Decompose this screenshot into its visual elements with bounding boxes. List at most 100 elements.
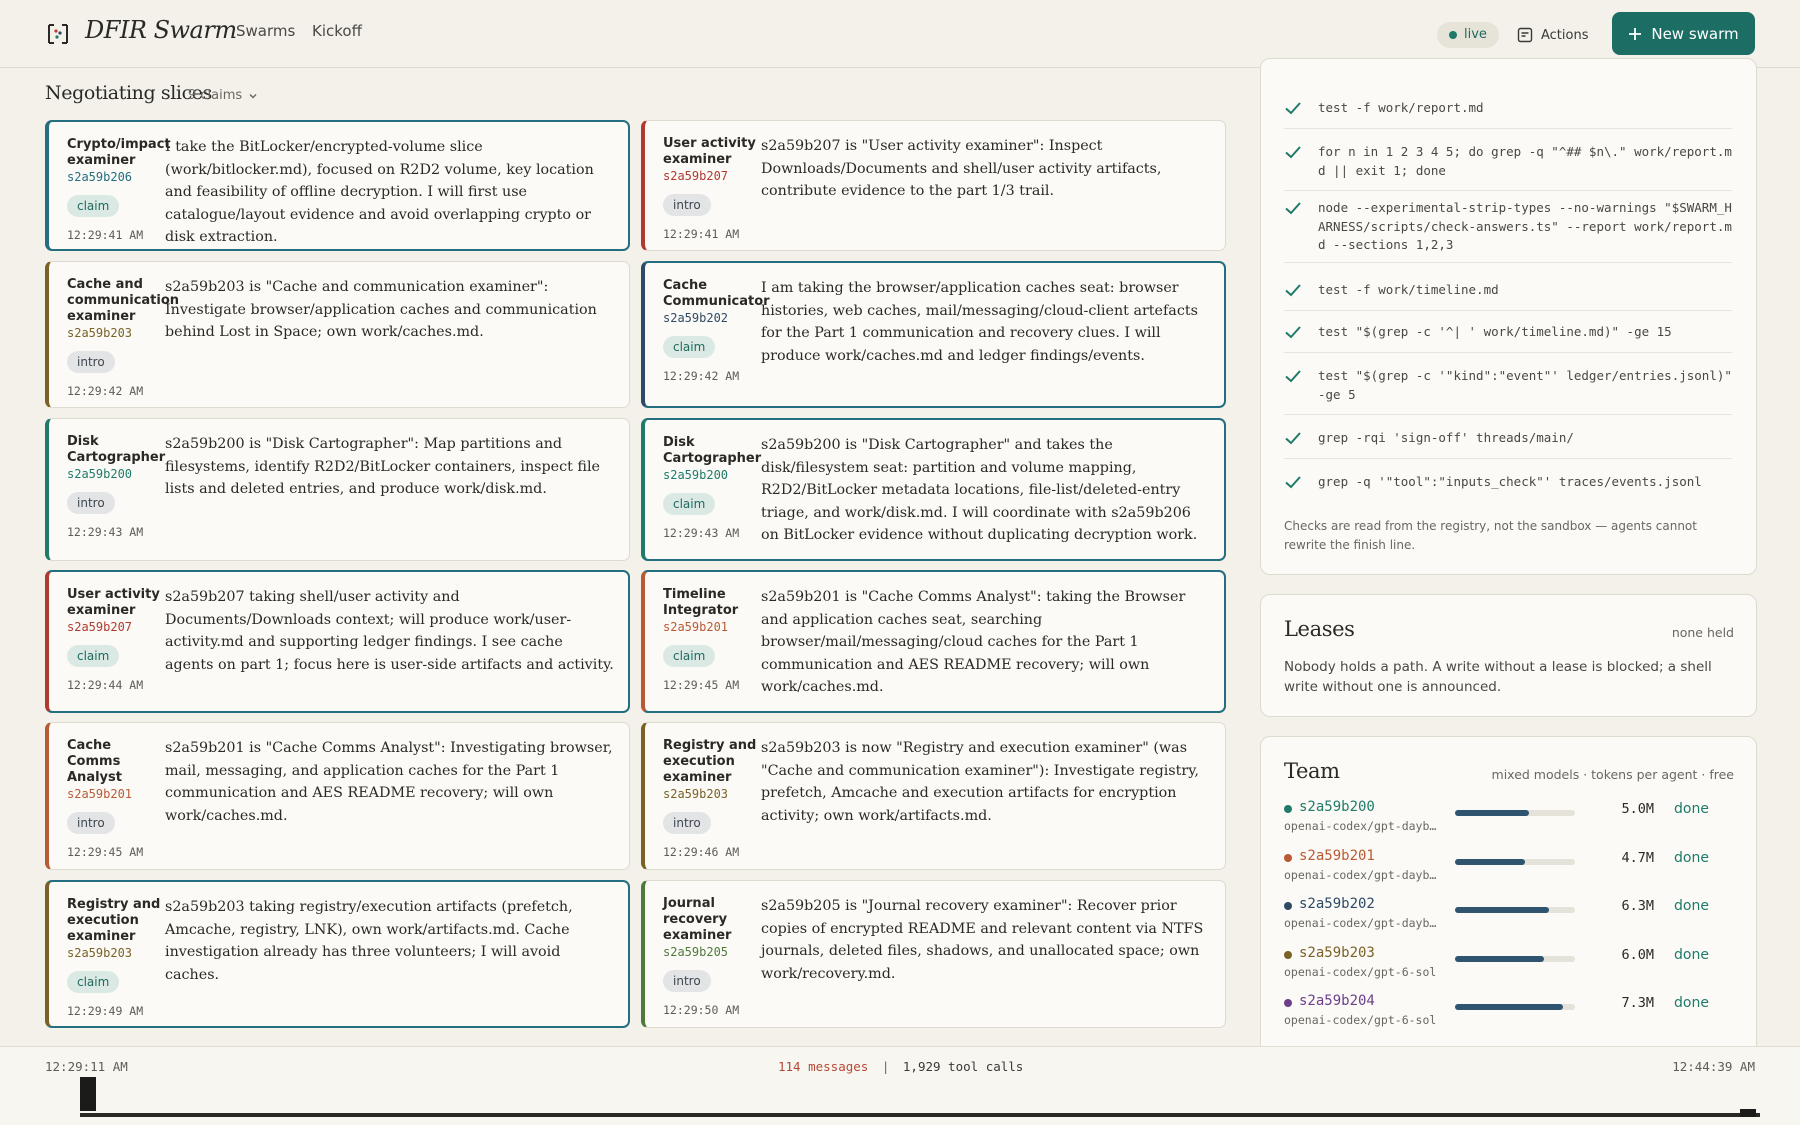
- team-member-row[interactable]: s2a59b202 openai-codex/gpt-daybreak 6.3M…: [1284, 896, 1739, 936]
- team-member-row[interactable]: s2a59b203 openai-codex/gpt-6-sol 6.0M do…: [1284, 945, 1739, 985]
- member-id: s2a59b202: [1299, 896, 1375, 912]
- card-message: s2a59b203 is "Cache and communication ex…: [165, 279, 597, 341]
- activity-histogram[interactable]: [80, 1077, 1760, 1123]
- member-id: s2a59b201: [1299, 847, 1375, 864]
- checks-note: Checks are read from the registry, not t…: [1284, 519, 1697, 552]
- card-role: User activity examiner: [67, 587, 160, 618]
- claim-card[interactable]: Registry and execution examiner s2a59b20…: [641, 722, 1226, 870]
- card-message: I take the BitLocker/encrypted-volume sl…: [165, 139, 594, 246]
- stats-separator: |: [881, 1059, 890, 1074]
- member-status: done: [1674, 849, 1709, 866]
- check-icon: [1285, 432, 1301, 445]
- card-timestamp: 12:29:41 AM: [663, 227, 740, 241]
- card-type-badge: claim: [663, 645, 716, 667]
- card-meta: User activity examiner s2a59b207 claim 1…: [67, 587, 165, 692]
- member-tokens: 7.3M: [1621, 995, 1654, 1011]
- claim-card[interactable]: Timeline Integrator s2a59b201 claim 12:2…: [641, 570, 1226, 713]
- check-command: test -f work/timeline.md: [1318, 282, 1499, 297]
- nav-swarms[interactable]: Swarms: [236, 22, 295, 40]
- card-message: s2a59b203 taking registry/execution arti…: [165, 899, 573, 983]
- card-agent-id[interactable]: s2a59b203: [663, 786, 761, 802]
- plus-icon: [1629, 27, 1642, 40]
- team-member-row[interactable]: s2a59b200 openai-codex/gpt-daybreak 5.0M…: [1284, 799, 1739, 839]
- actions-icon: [1517, 27, 1533, 43]
- member-color-dot: [1284, 805, 1292, 813]
- card-type-badge: intro: [663, 970, 711, 992]
- card-agent-id[interactable]: s2a59b200: [663, 467, 761, 483]
- new-swarm-button[interactable]: New swarm: [1612, 12, 1755, 55]
- card-role: Disk Cartographer: [663, 435, 762, 466]
- token-usage-bar: [1455, 955, 1575, 962]
- card-type-badge: claim: [663, 336, 716, 358]
- card-type-badge: intro: [67, 812, 115, 834]
- card-message: s2a59b203 is now "Registry and execution…: [761, 740, 1199, 824]
- card-agent-id[interactable]: s2a59b207: [663, 168, 761, 184]
- chevron-down-icon: [249, 93, 257, 98]
- card-meta: User activity examiner s2a59b207 intro 1…: [663, 136, 761, 241]
- card-agent-id[interactable]: s2a59b202: [663, 310, 761, 326]
- claim-card[interactable]: Cache and communication examiner s2a59b2…: [45, 261, 630, 408]
- actions-button[interactable]: Actions: [1517, 22, 1589, 48]
- card-type-badge: intro: [67, 492, 115, 514]
- card-message: s2a59b207 taking shell/user activity and…: [165, 589, 614, 673]
- timeline-stats: 114 messages | 1,929 tool calls: [778, 1059, 1023, 1074]
- token-usage-fill: [1455, 858, 1525, 865]
- team-member-row[interactable]: s2a59b201 openai-codex/gpt-daybreak 4.7M…: [1284, 848, 1739, 888]
- card-agent-id[interactable]: s2a59b205: [663, 944, 761, 960]
- card-timestamp: 12:29:45 AM: [663, 678, 740, 692]
- leases-panel: Leases none held Nobody holds a path. A …: [1260, 594, 1757, 717]
- claim-card[interactable]: Registry and execution examiner s2a59b20…: [45, 880, 630, 1028]
- claim-card[interactable]: User activity examiner s2a59b207 intro 1…: [641, 120, 1226, 251]
- card-meta: Cache Communicator s2a59b202 claim 12:29…: [663, 278, 770, 383]
- nav-kickoff[interactable]: Kickoff: [312, 22, 362, 40]
- team-member-row[interactable]: s2a59b204 openai-codex/gpt-6-sol 7.3M do…: [1284, 993, 1739, 1033]
- check-row: grep -rqi 'sign-off' threads/main/: [1284, 429, 1732, 459]
- new-swarm-label: New swarm: [1651, 24, 1739, 43]
- claim-card[interactable]: Cache Comms Analyst s2a59b201 intro 12:2…: [45, 722, 630, 870]
- card-agent-id[interactable]: s2a59b206: [67, 169, 165, 185]
- member-tokens: 6.3M: [1621, 898, 1654, 914]
- card-meta: Cache Comms Analyst s2a59b201 intro 12:2…: [67, 738, 165, 859]
- card-timestamp: 12:29:43 AM: [67, 525, 144, 539]
- card-type-badge: claim: [663, 493, 716, 515]
- claims-dropdown[interactable]: 9 claims: [188, 88, 258, 103]
- histogram-end-bar: [1740, 1109, 1756, 1117]
- member-model: openai-codex/gpt-daybreak: [1284, 819, 1439, 833]
- check-icon: [1285, 102, 1301, 115]
- check-row: node --experimental-strip-types --no-war…: [1284, 199, 1732, 263]
- card-role: Registry and execution examiner: [663, 738, 757, 785]
- card-agent-id[interactable]: s2a59b207: [67, 619, 165, 635]
- leases-title: Leases: [1284, 617, 1355, 641]
- card-agent-id[interactable]: s2a59b203: [67, 325, 165, 341]
- member-model: openai-codex/gpt-6-sol: [1284, 1013, 1437, 1027]
- card-agent-id[interactable]: s2a59b201: [663, 619, 761, 635]
- claim-card[interactable]: Cache Communicator s2a59b202 claim 12:29…: [641, 261, 1226, 408]
- claim-card[interactable]: Disk Cartographer s2a59b200 claim 12:29:…: [641, 418, 1226, 561]
- member-id: s2a59b200: [1299, 799, 1375, 815]
- claim-card[interactable]: Disk Cartographer s2a59b200 intro 12:29:…: [45, 418, 630, 561]
- claim-card[interactable]: Crypto/impact examiner s2a59b206 claim 1…: [45, 120, 630, 251]
- checks-panel: test -f work/report.md for n in 1 2 3 4 …: [1260, 58, 1757, 575]
- member-status: done: [1674, 995, 1709, 1011]
- check-command: test "$(grep -c '"kind":"event"' ledger/…: [1318, 368, 1740, 402]
- timeline-bar[interactable]: 12:29:11 AM 114 messages | 1,929 tool ca…: [0, 1046, 1800, 1125]
- card-timestamp: 12:29:49 AM: [67, 1004, 144, 1018]
- token-usage-fill: [1455, 955, 1544, 962]
- member-status: done: [1674, 946, 1709, 963]
- card-agent-id[interactable]: s2a59b200: [67, 466, 165, 482]
- card-agent-id[interactable]: s2a59b203: [67, 945, 165, 961]
- claim-card[interactable]: Journal recovery examiner s2a59b205 intr…: [641, 880, 1226, 1028]
- card-role: Disk Cartographer: [67, 434, 166, 465]
- check-row: grep -q '"tool":"inputs_check"' traces/e…: [1284, 473, 1732, 503]
- check-icon: [1285, 202, 1301, 215]
- card-meta: Registry and execution examiner s2a59b20…: [67, 897, 165, 1018]
- card-timestamp: 12:29:45 AM: [67, 845, 144, 859]
- claim-card[interactable]: User activity examiner s2a59b207 claim 1…: [45, 570, 630, 713]
- check-row: test "$(grep -c '^| ' work/timeline.md)"…: [1284, 323, 1732, 353]
- member-model: openai-codex/gpt-6-sol: [1284, 964, 1437, 979]
- card-agent-id[interactable]: s2a59b201: [67, 786, 165, 802]
- check-command: grep -rqi 'sign-off' threads/main/: [1318, 430, 1574, 445]
- timeline-start: 12:29:11 AM: [45, 1059, 128, 1074]
- team-panel: Team mixed models · tokens per agent · f…: [1260, 736, 1757, 1056]
- token-usage-bar: [1455, 1004, 1575, 1010]
